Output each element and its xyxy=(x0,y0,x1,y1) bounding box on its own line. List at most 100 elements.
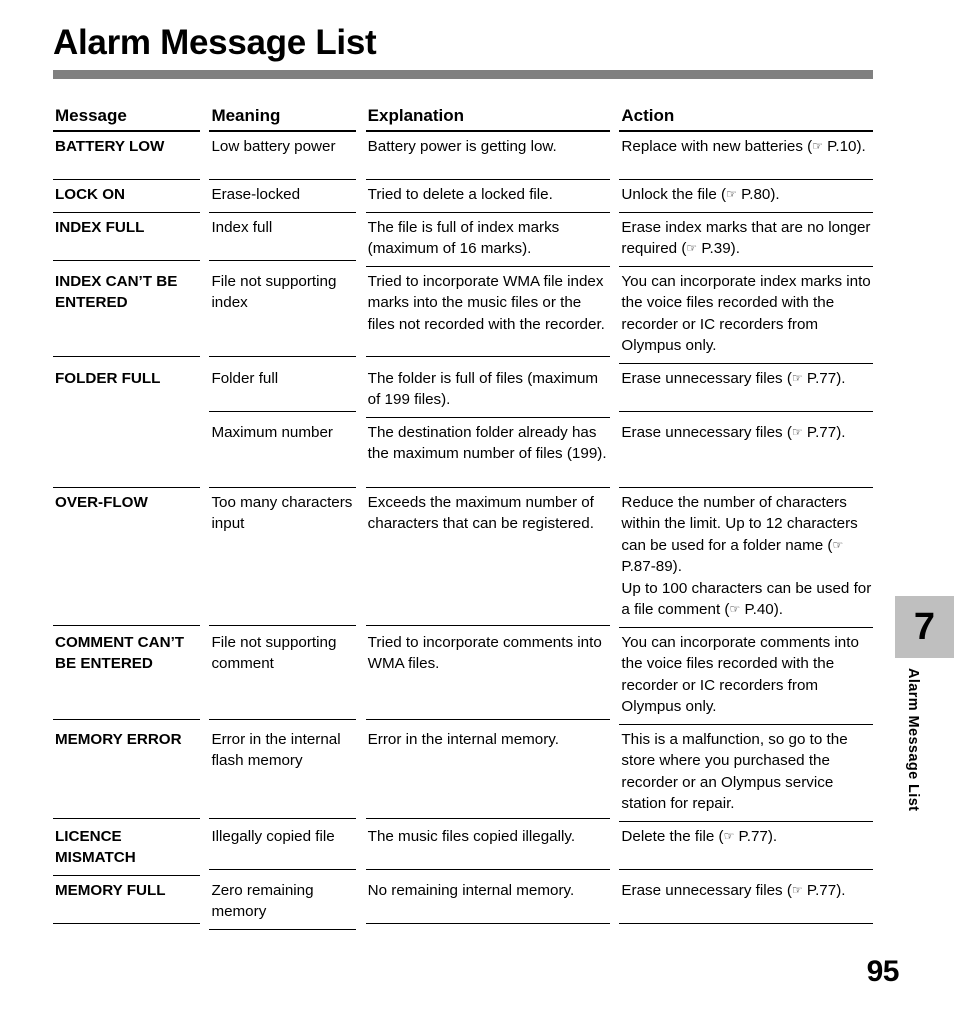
message-text: MEMORY FULL xyxy=(53,876,200,924)
action-text: You can incorporate comments into the vo… xyxy=(619,628,873,725)
explanation-text: The folder is full of files (maximum of … xyxy=(365,364,610,418)
message-text: BATTERY LOW xyxy=(53,132,200,180)
explanation-text: Tried to delete a locked file. xyxy=(365,180,610,213)
explanation-cell: The folder is full of files (maximum of … xyxy=(365,364,610,418)
table-row: Maximum number The destination folder alr… xyxy=(53,418,873,488)
pointing-hand-icon: ☞ xyxy=(791,424,803,439)
cell-gap-1 xyxy=(200,180,210,213)
explanation-cell: No remaining internal memory. xyxy=(365,876,610,930)
column-header-action-label: Action xyxy=(619,105,873,132)
explanation-text: The music files copied illegally. xyxy=(365,822,610,870)
cell-gap-1 xyxy=(200,628,210,725)
explanation-text: The file is full of index marks (maximum… xyxy=(365,213,610,267)
explanation-cell: Tried to delete a locked file. xyxy=(365,180,610,213)
meaning-cell: Index full xyxy=(209,213,356,267)
chapter-tab: 7 xyxy=(895,596,954,658)
message-text: COMMENT CAN’T BE ENTERED xyxy=(53,628,200,720)
cell-gap-1 xyxy=(200,488,210,628)
column-header-explanation: Explanation xyxy=(365,105,610,132)
table-row: INDEX FULL Index full The file is full of … xyxy=(53,213,873,267)
column-header-message: Message xyxy=(53,105,200,132)
pointing-hand-icon: ☞ xyxy=(723,828,735,843)
cell-gap-2 xyxy=(356,132,366,180)
pointing-hand-icon: ☞ xyxy=(726,187,737,201)
explanation-cell: The music files copied illegally. xyxy=(365,822,610,876)
action-cell: Replace with new batteries (☞ P.10). xyxy=(619,132,873,180)
cell-gap-2 xyxy=(356,822,366,876)
meaning-cell: File not supporting comment xyxy=(209,628,356,725)
cell-gap-3 xyxy=(610,628,620,725)
meaning-cell: Error in the internal flash memory xyxy=(209,725,356,822)
message-label: OVER-FLOW xyxy=(55,493,148,511)
message-cell xyxy=(53,418,200,488)
cell-gap-3 xyxy=(610,488,620,628)
message-label: FOLDER FULL xyxy=(55,369,161,387)
action-text: Delete the file (☞ P.77). xyxy=(619,822,873,870)
table-row: BATTERY LOW Low battery power Battery powe… xyxy=(53,132,873,180)
table-row: MEMORY ERROR Error in the internal flash … xyxy=(53,725,873,822)
cell-gap-2 xyxy=(356,876,366,930)
cell-gap-2 xyxy=(356,180,366,213)
message-cell: BATTERY LOW xyxy=(53,132,200,180)
meaning-text: File not supporting index xyxy=(209,267,356,357)
action-cell: Unlock the file (☞ P.80). xyxy=(619,180,873,213)
meaning-text: Too many characters input xyxy=(209,488,356,626)
meaning-text: Zero remaining memory xyxy=(209,876,356,930)
message-label: LICENCE MISMATCH xyxy=(55,827,136,867)
title-underline-rule xyxy=(53,70,873,79)
meaning-cell: Maximum number xyxy=(209,418,356,488)
message-label: COMMENT CAN’T BE ENTERED xyxy=(55,633,185,673)
message-label: LOCK ON xyxy=(55,186,126,203)
cell-gap-3 xyxy=(610,876,620,930)
meaning-text: Maximum number xyxy=(209,418,356,488)
pointing-hand-icon: ☞ xyxy=(832,537,844,552)
table-row: MEMORY FULL Zero remaining memory No remai… xyxy=(53,876,873,930)
message-text: LICENCE MISMATCH xyxy=(53,822,200,876)
message-cell: INDEX FULL xyxy=(53,213,200,267)
column-header-explanation-label: Explanation xyxy=(365,105,610,132)
explanation-text: Tried to incorporate WMA file index mark… xyxy=(365,267,610,357)
action-cell: This is a malfunction, so go to the stor… xyxy=(619,725,873,822)
column-header-message-label: Message xyxy=(53,105,200,132)
message-cell: LICENCE MISMATCH xyxy=(53,822,200,876)
cell-gap-3 xyxy=(610,418,620,488)
message-text: OVER-FLOW xyxy=(53,488,200,626)
message-text: FOLDER FULL xyxy=(53,364,200,412)
cell-gap-3 xyxy=(610,364,620,418)
cell-gap-1 xyxy=(200,725,210,822)
meaning-cell: Folder full xyxy=(209,364,356,418)
cell-gap-2 xyxy=(356,628,366,725)
message-cell: MEMORY FULL xyxy=(53,876,200,930)
explanation-text: The destination folder already has the m… xyxy=(365,418,610,488)
cell-gap-3 xyxy=(610,132,620,180)
column-header-meaning: Meaning xyxy=(209,105,356,132)
cell-gap-1 xyxy=(200,364,210,418)
chapter-number: 7 xyxy=(913,605,936,648)
cell-gap-2 xyxy=(356,488,366,628)
message-text: MEMORY ERROR xyxy=(53,725,200,819)
message-text: LOCK ON xyxy=(53,180,200,213)
explanation-text: Error in the internal memory. xyxy=(365,725,610,819)
header-gap-3 xyxy=(610,105,620,132)
pointing-hand-icon: ☞ xyxy=(812,139,823,153)
action-cell: Erase index marks that are no longer req… xyxy=(619,213,873,267)
cell-gap-1 xyxy=(200,213,210,267)
meaning-cell: Erase-locked xyxy=(209,180,356,213)
table-body: BATTERY LOW Low battery power Battery powe… xyxy=(53,132,873,930)
message-label: INDEX CAN’T BE ENTERED xyxy=(55,272,178,312)
title-block: Alarm Message List xyxy=(53,22,873,79)
action-cell: You can incorporate index marks into the… xyxy=(619,267,873,364)
meaning-text: Folder full xyxy=(209,364,356,412)
cell-gap-3 xyxy=(610,725,620,822)
meaning-cell: File not supporting index xyxy=(209,267,356,364)
message-label: MEMORY FULL xyxy=(55,881,166,899)
cell-gap-1 xyxy=(200,876,210,930)
explanation-cell: Battery power is getting low. xyxy=(365,132,610,180)
action-cell: Erase unnecessary files (☞ P.77). xyxy=(619,876,873,930)
cell-gap-2 xyxy=(356,418,366,488)
column-header-meaning-label: Meaning xyxy=(209,105,356,132)
meaning-text: Erase-locked xyxy=(209,180,356,213)
explanation-text: Exceeds the maximum number of characters… xyxy=(365,488,610,626)
message-cell: LOCK ON xyxy=(53,180,200,213)
meaning-text: Error in the internal flash memory xyxy=(209,725,356,819)
